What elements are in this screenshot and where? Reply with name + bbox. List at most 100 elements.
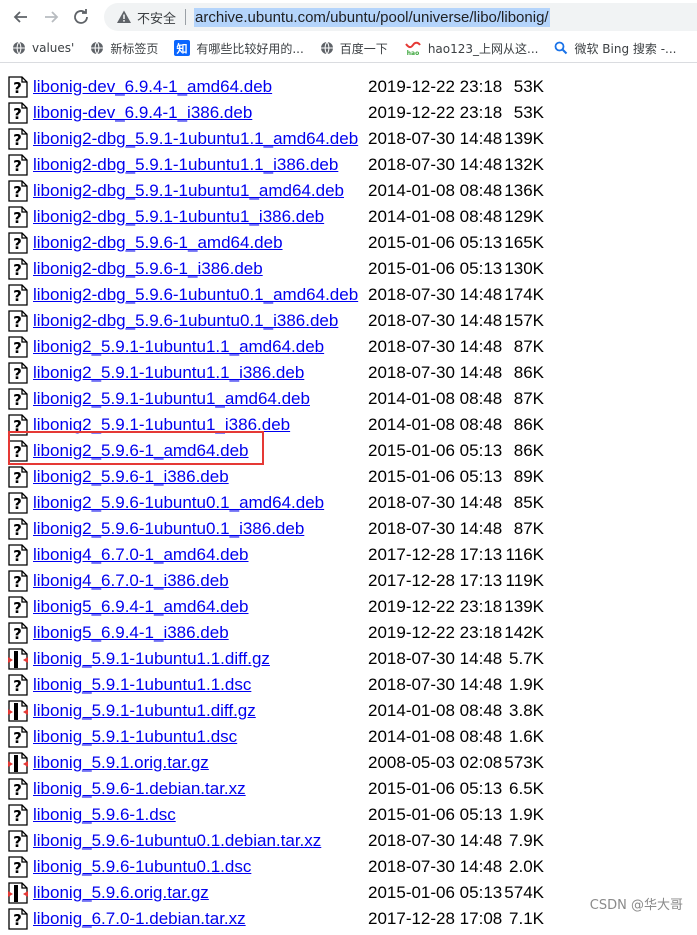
- svg-text:?: ?: [13, 339, 22, 357]
- file-link[interactable]: libonig_5.9.6-1.dsc: [33, 805, 176, 825]
- table-row: ? libonig2_5.9.6-1ubuntu0.1_i386.deb 2018-…: [8, 516, 697, 542]
- file-link[interactable]: libonig4_6.7.0-1_amd64.deb: [33, 545, 249, 565]
- security-label[interactable]: 不安全: [137, 8, 176, 27]
- file-size: 132K: [504, 155, 544, 174]
- file-link[interactable]: libonig2-dbg_5.9.1-1ubuntu1.1_i386.deb: [33, 155, 338, 175]
- bookmark-label: 新标签页: [110, 41, 159, 56]
- svg-text:?: ?: [13, 235, 22, 253]
- file-link[interactable]: libonig-dev_6.9.4-1_amd64.deb: [33, 77, 272, 97]
- file-link[interactable]: libonig2-dbg_5.9.6-1ubuntu0.1_amd64.deb: [33, 285, 358, 305]
- file-link[interactable]: libonig_5.9.1-1ubuntu1.1.diff.gz: [33, 649, 270, 669]
- unknown-file-icon: ?: [8, 310, 28, 332]
- unknown-file-icon: ?: [8, 726, 28, 748]
- unknown-file-icon: ?: [8, 466, 28, 488]
- file-link[interactable]: libonig_5.9.1-1ubuntu1.diff.gz: [33, 701, 256, 721]
- file-link[interactable]: libonig_5.9.6-1ubuntu0.1.dsc: [33, 857, 251, 877]
- unknown-file-icon: ?: [8, 206, 28, 228]
- file-date: 2015-01-06 05:13: [368, 259, 503, 278]
- url-text[interactable]: archive.ubuntu.com/ubuntu/pool/universe/…: [194, 7, 550, 27]
- bookmark-label: hao123_上网从这...: [427, 41, 539, 56]
- file-link[interactable]: libonig_5.9.6-1ubuntu0.1.debian.tar.xz: [33, 831, 321, 851]
- svg-text:?: ?: [13, 183, 22, 201]
- address-bar[interactable]: 不安全 archive.ubuntu.com/ubuntu/pool/unive…: [104, 3, 697, 31]
- file-link[interactable]: libonig_5.9.6-1.debian.tar.xz: [33, 779, 246, 799]
- file-size: 7.9K: [509, 831, 544, 850]
- unknown-file-icon: ?: [8, 622, 28, 644]
- compressed-file-icon: [8, 648, 28, 670]
- file-date: 2014-01-08 08:48: [368, 701, 503, 720]
- file-link[interactable]: libonig2-dbg_5.9.1-1ubuntu1_amd64.deb: [33, 181, 344, 201]
- file-link[interactable]: libonig2_5.9.6-1_i386.deb: [33, 467, 229, 487]
- file-size: 86K: [513, 415, 544, 434]
- file-link[interactable]: libonig2_5.9.1-1ubuntu1.1_amd64.deb: [33, 337, 324, 357]
- file-link[interactable]: libonig4_6.7.0-1_i386.deb: [33, 571, 229, 591]
- file-link[interactable]: libonig2-dbg_5.9.6-1_amd64.deb: [33, 233, 283, 253]
- file-date: 2018-07-30 14:48: [368, 285, 503, 304]
- zhihu-icon: 知: [174, 40, 191, 56]
- bookmark-item[interactable]: 知有哪些比较好用的...: [174, 40, 304, 57]
- file-link[interactable]: libonig-dev_6.9.4-1_i386.deb: [33, 103, 252, 123]
- unknown-file-icon: ?: [8, 76, 28, 98]
- file-date: 2018-07-30 14:48: [368, 363, 503, 382]
- file-link[interactable]: libonig2_5.9.1-1ubuntu1_i386.deb: [33, 415, 290, 435]
- svg-text:?: ?: [13, 599, 22, 617]
- file-date: 2015-01-06 05:13: [368, 779, 503, 798]
- file-date: 2018-07-30 14:48: [368, 857, 503, 876]
- unknown-file-icon: ?: [8, 362, 28, 384]
- file-date: 2017-12-28 17:08: [368, 909, 503, 928]
- file-link[interactable]: libonig_5.9.1-1ubuntu1.1.dsc: [33, 675, 251, 695]
- table-row: ? libonig_5.9.1-1ubuntu1.1.dsc 2018-07-30 …: [8, 672, 697, 698]
- file-link[interactable]: libonig_5.9.1-1ubuntu1.dsc: [33, 727, 237, 747]
- svg-text:?: ?: [13, 833, 22, 851]
- table-row: ? libonig2-dbg_5.9.1-1ubuntu1_i386.deb 201…: [8, 204, 697, 230]
- file-link[interactable]: libonig2-dbg_5.9.6-1ubuntu0.1_i386.deb: [33, 311, 338, 331]
- bookmark-item[interactable]: values': [12, 41, 74, 55]
- file-size: 86K: [513, 441, 544, 460]
- back-button[interactable]: [6, 2, 36, 32]
- file-link[interactable]: libonig5_6.9.4-1_i386.deb: [33, 623, 229, 643]
- forward-button[interactable]: [36, 2, 66, 32]
- file-size: 53K: [513, 103, 544, 122]
- file-link[interactable]: libonig_5.9.6.orig.tar.gz: [33, 883, 209, 903]
- warning-icon[interactable]: [115, 8, 133, 26]
- search-icon: [554, 41, 568, 55]
- table-row: ? libonig2_5.9.6-1_i386.deb 2015-01-06 05:…: [8, 464, 697, 490]
- unknown-file-icon: ?: [8, 908, 28, 930]
- file-link[interactable]: libonig2_5.9.6-1_amd64.deb: [33, 441, 249, 461]
- table-row: ? libonig2_5.9.1-1ubuntu1_amd64.deb 2014-0…: [8, 386, 697, 412]
- compressed-file-icon: [8, 882, 28, 904]
- file-date: 2019-12-22 23:18: [368, 77, 503, 96]
- svg-text:?: ?: [13, 547, 22, 565]
- file-link[interactable]: libonig_5.9.1.orig.tar.gz: [33, 753, 209, 773]
- bookmark-item[interactable]: 百度一下: [320, 40, 388, 57]
- file-link[interactable]: libonig2-dbg_5.9.1-1ubuntu1_i386.deb: [33, 207, 324, 227]
- bookmark-item[interactable]: 新标签页: [90, 40, 158, 57]
- file-date: 2019-12-22 23:18: [368, 597, 503, 616]
- file-date: 2014-01-08 08:48: [368, 727, 503, 746]
- bookmark-label: 百度一下: [339, 41, 388, 56]
- file-size: 7.1K: [509, 909, 544, 928]
- file-link[interactable]: libonig2-dbg_5.9.1-1ubuntu1.1_amd64.deb: [33, 129, 358, 149]
- bookmark-item[interactable]: hao hao123_上网从这...: [404, 40, 539, 57]
- svg-text:?: ?: [13, 417, 22, 435]
- file-link[interactable]: libonig2_5.9.6-1ubuntu0.1_amd64.deb: [33, 493, 324, 513]
- table-row: ? libonig_5.9.1-1ubuntu1.dsc 2014-01-08 08…: [8, 724, 697, 750]
- table-row: ? libonig_5.9.6-1.debian.tar.xz 2015-01-06…: [8, 776, 697, 802]
- file-link[interactable]: libonig2_5.9.1-1ubuntu1_amd64.deb: [33, 389, 310, 409]
- file-link[interactable]: libonig_6.7.0-1.debian.tar.xz: [33, 909, 246, 929]
- file-link[interactable]: libonig2_5.9.6-1ubuntu0.1_i386.deb: [33, 519, 304, 539]
- table-row: ? libonig5_6.9.4-1_i386.deb 2019-12-22 23:…: [8, 620, 697, 646]
- reload-button[interactable]: [66, 2, 96, 32]
- table-row: ? libonig_5.9.6-1ubuntu0.1.dsc 2018-07-30 …: [8, 854, 697, 880]
- unknown-file-icon: ?: [8, 336, 28, 358]
- unknown-file-icon: ?: [8, 518, 28, 540]
- file-size: 85K: [513, 493, 544, 512]
- file-link[interactable]: libonig5_6.9.4-1_amd64.deb: [33, 597, 249, 617]
- file-link[interactable]: libonig2-dbg_5.9.6-1_i386.deb: [33, 259, 263, 279]
- file-size: 129K: [504, 207, 544, 226]
- bookmark-item[interactable]: 微软 Bing 搜索 -...: [554, 40, 676, 57]
- file-size: 165K: [504, 233, 544, 252]
- file-link[interactable]: libonig2_5.9.1-1ubuntu1.1_i386.deb: [33, 363, 304, 383]
- file-size: 139K: [504, 597, 544, 616]
- forward-arrow-icon: [45, 11, 59, 23]
